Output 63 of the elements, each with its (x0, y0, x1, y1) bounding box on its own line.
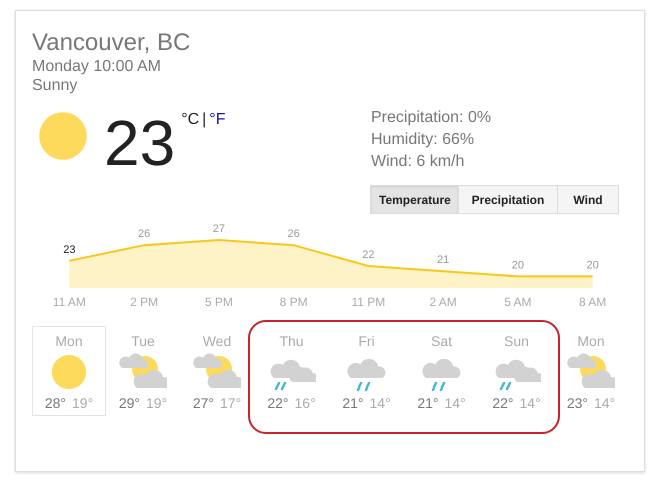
temperature-label: 20 (512, 259, 524, 272)
day-name: Tue (131, 333, 155, 349)
temperature-label: 22 (362, 249, 374, 261)
temperature-label: 23 (63, 244, 76, 256)
hour-label: 8 AM (578, 295, 606, 309)
hour-label: 2 AM (429, 295, 457, 309)
high-temperature: 27° (192, 395, 214, 411)
celsius-unit: °C (181, 111, 200, 129)
temperature-label: 21 (437, 254, 450, 266)
unit-separator: | (202, 111, 206, 129)
weather-detail: Wind: 6 km/h (371, 152, 466, 172)
day-forecast[interactable]: Fri 21° 14° (329, 326, 404, 416)
sun-icon (51, 354, 87, 390)
day-forecast[interactable]: Wed 27° 17° (180, 326, 254, 416)
low-temperature: 14° (594, 395, 616, 411)
low-temperature: 19° (146, 395, 168, 411)
day-forecast[interactable]: Tue 29° 19° (106, 326, 180, 416)
sun-icon (38, 111, 88, 161)
low-temperature: 17° (220, 395, 242, 411)
low-temperature: 14° (370, 395, 391, 411)
hour-label: 11 AM (52, 295, 86, 309)
high-temperature: 23° (566, 395, 588, 411)
hour-label: 8 PM (280, 295, 308, 309)
low-temperature: 19° (72, 395, 94, 411)
high-temperature: 22° (492, 395, 514, 411)
high-temperature: 28° (44, 395, 66, 411)
temperature-label: 27 (212, 223, 225, 235)
weather-detail: Humidity: 66% (371, 130, 476, 150)
hour-label: 5 PM (204, 295, 233, 309)
location-title: Vancouver, BC (32, 29, 192, 57)
high-temperature: 29° (118, 395, 140, 411)
weather-detail: Precipitation: 0% (371, 108, 492, 128)
day-name: Sun (504, 333, 529, 349)
current-temperature: 23 (104, 111, 176, 175)
low-temperature: 14° (444, 395, 466, 411)
chart-tab[interactable]: Precipitation (458, 185, 558, 214)
date-time: Monday 10:00 AM (32, 57, 162, 76)
day-name: Sat (430, 333, 452, 349)
fahrenheit-link[interactable]: °F (209, 111, 226, 129)
low-temperature: 14° (520, 395, 541, 411)
day-forecast[interactable]: Sat 21° 14° (404, 326, 479, 416)
condition-text: Sunny (32, 76, 78, 95)
hour-label: 11 PM (351, 295, 386, 309)
high-temperature: 21° (417, 395, 438, 411)
day-name: Fri (358, 333, 375, 349)
day-forecast[interactable]: Thu 22° 16° (254, 326, 329, 416)
hour-label: 5 AM (504, 295, 532, 309)
chart-tab[interactable]: Wind (557, 185, 619, 214)
low-temperature: 16° (294, 395, 316, 411)
day-forecast[interactable]: Sun 22° 14° (479, 326, 554, 416)
hour-label: 2 PM (130, 295, 158, 309)
temperature-label: 20 (586, 259, 599, 272)
temperature-label: 26 (288, 228, 300, 240)
day-name: Wed (202, 333, 232, 349)
day-name: Mon (577, 333, 605, 349)
high-temperature: 22° (267, 395, 288, 411)
day-name: Thu (279, 333, 304, 349)
day-forecast[interactable]: Mon 28° 19° (32, 326, 106, 416)
chart-tab[interactable]: Temperature (370, 185, 459, 214)
high-temperature: 21° (342, 395, 364, 411)
day-forecast[interactable]: Mon 23° 14° (554, 326, 628, 416)
temperature-label: 26 (138, 228, 150, 240)
day-name: Mon (55, 333, 83, 349)
